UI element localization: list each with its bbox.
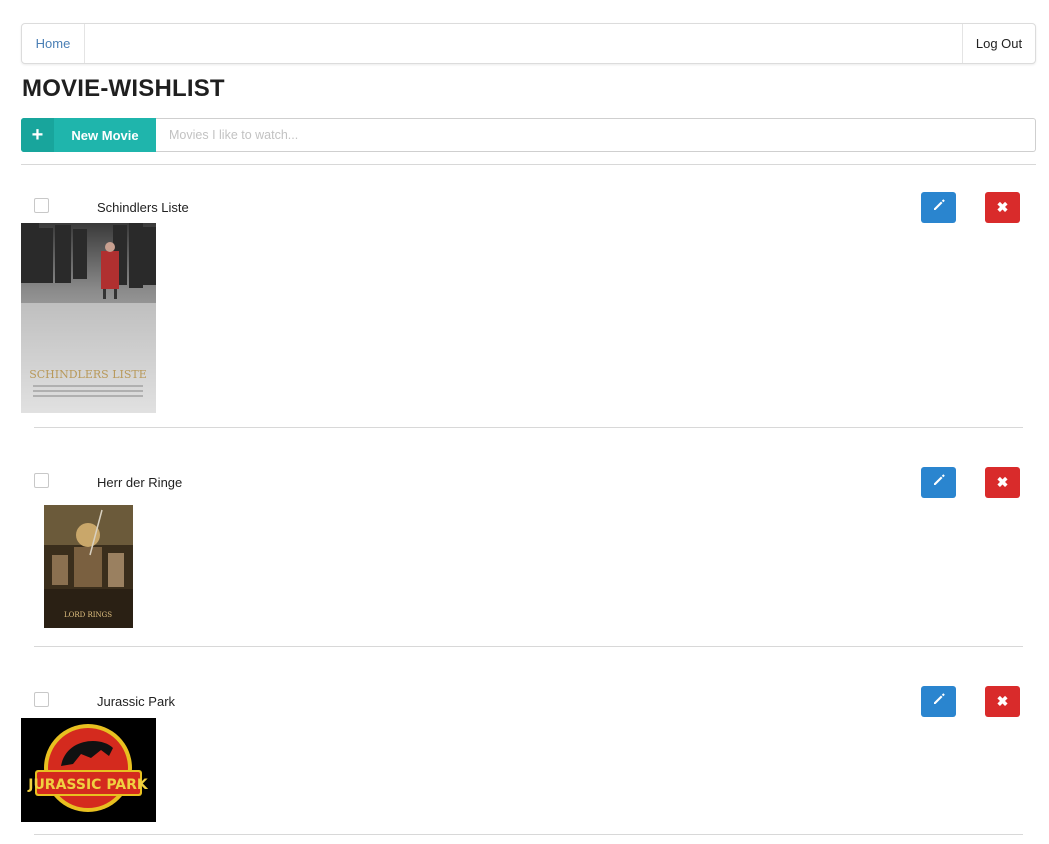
delete-button[interactable]: ✖ [985,192,1020,223]
watched-checkbox[interactable] [34,692,49,707]
divider [21,164,1036,165]
poster-title-text: SCHINDLERS LISTE [29,368,147,381]
movie-title: Schindlers Liste [97,200,189,215]
close-icon: ✖ [996,199,1009,215]
pencil-icon [932,198,946,217]
delete-button[interactable]: ✖ [985,467,1020,498]
close-icon: ✖ [996,474,1009,490]
poster-title-text: JURASSIC PARK [27,777,149,793]
edit-button[interactable] [921,192,956,223]
movie-poster: JURASSIC PARK [21,718,156,822]
pencil-icon [932,473,946,492]
new-movie-label: New Movie [71,127,139,143]
row-divider [34,834,1023,835]
close-icon: ✖ [996,693,1009,709]
movie-poster: SCHINDLERS LISTE [21,223,156,413]
nav-home-link[interactable]: Home [22,24,85,63]
page-title: MOVIE-WISHLIST [22,75,225,102]
delete-button[interactable]: ✖ [985,686,1020,717]
movie-poster: LORD RINGS [44,505,133,628]
edit-button[interactable] [921,686,956,717]
row-divider [34,646,1023,647]
watched-checkbox[interactable] [34,198,49,213]
row-divider [34,427,1023,428]
logout-link[interactable]: Log Out [962,24,1035,63]
pencil-icon [932,692,946,711]
navbar: Home Log Out [21,23,1036,64]
edit-button[interactable] [921,467,956,498]
movie-title: Jurassic Park [97,694,176,709]
new-movie-button[interactable]: + New Movie [21,118,156,152]
poster-title-text: LORD RINGS [64,611,112,619]
movie-title: Herr der Ringe [97,475,183,490]
watched-checkbox[interactable] [34,473,49,488]
new-movie-group: + New Movie [21,118,1036,152]
plus-icon: + [21,118,54,152]
movie-title-input[interactable] [156,118,1036,152]
